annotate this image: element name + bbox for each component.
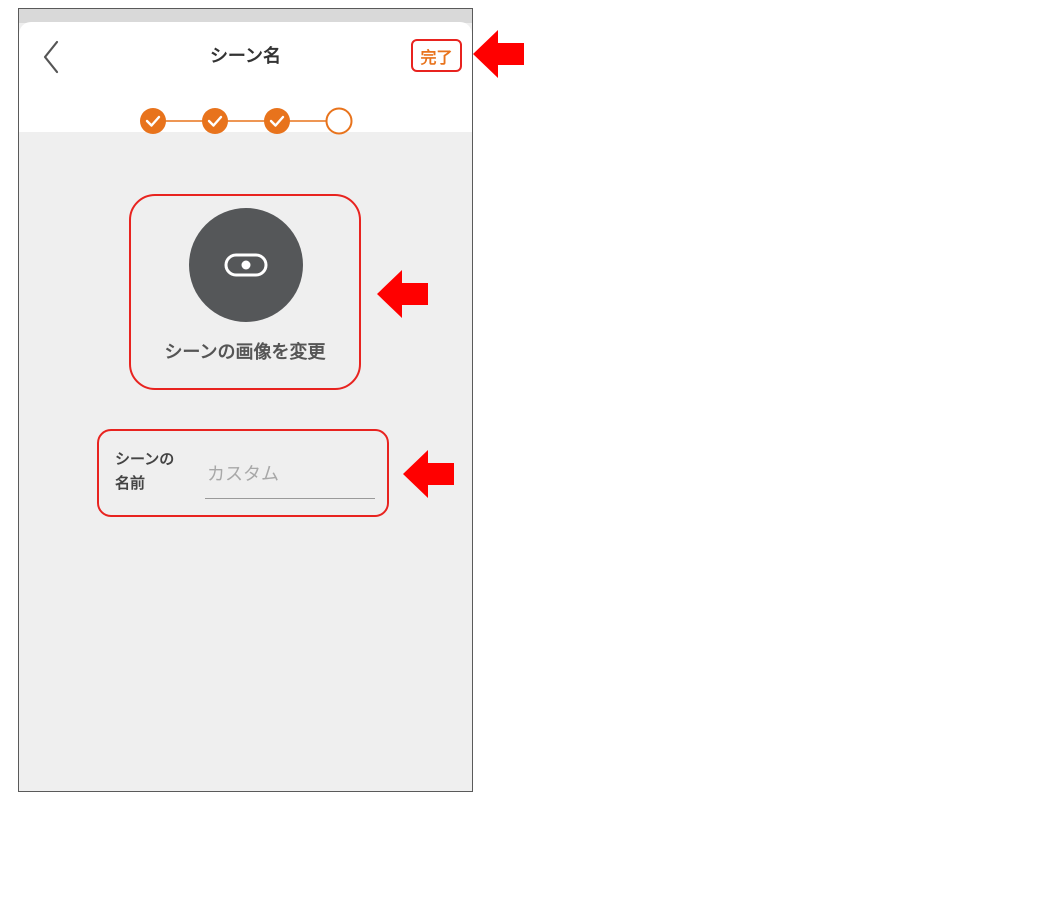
status-strip (19, 9, 472, 23)
done-button[interactable]: 完了 (411, 39, 462, 72)
change-scene-image-label: シーンの画像を変更 (164, 342, 326, 363)
scene-name-input[interactable] (205, 451, 375, 499)
scene-name-label-line1: シーンの (115, 450, 175, 468)
change-scene-image-button[interactable]: シーンの画像を変更 (129, 194, 361, 390)
header: シーン名 完了 (19, 22, 472, 135)
progress-stepper (139, 107, 354, 135)
empty-circle-icon (325, 107, 353, 135)
page-title: シーン名 (209, 46, 282, 67)
left-arrow-icon (473, 30, 524, 78)
left-arrow-icon (377, 270, 428, 318)
left-arrow-icon (403, 450, 454, 498)
scene-name-label: シーンの 名前 (115, 447, 189, 495)
app-screen: シーン名 完了 シーンの画像を変更 シーンの 名前 カスタム (18, 8, 473, 792)
check-circle-icon (202, 108, 228, 134)
scene-name-label-line2: 名前 (115, 474, 146, 492)
check-circle-icon (140, 108, 166, 134)
check-circle-icon (264, 108, 290, 134)
scene-name-field-group: シーンの 名前 (97, 429, 389, 517)
scene-image-avatar (189, 208, 303, 322)
toggle-switch-icon (224, 253, 268, 277)
